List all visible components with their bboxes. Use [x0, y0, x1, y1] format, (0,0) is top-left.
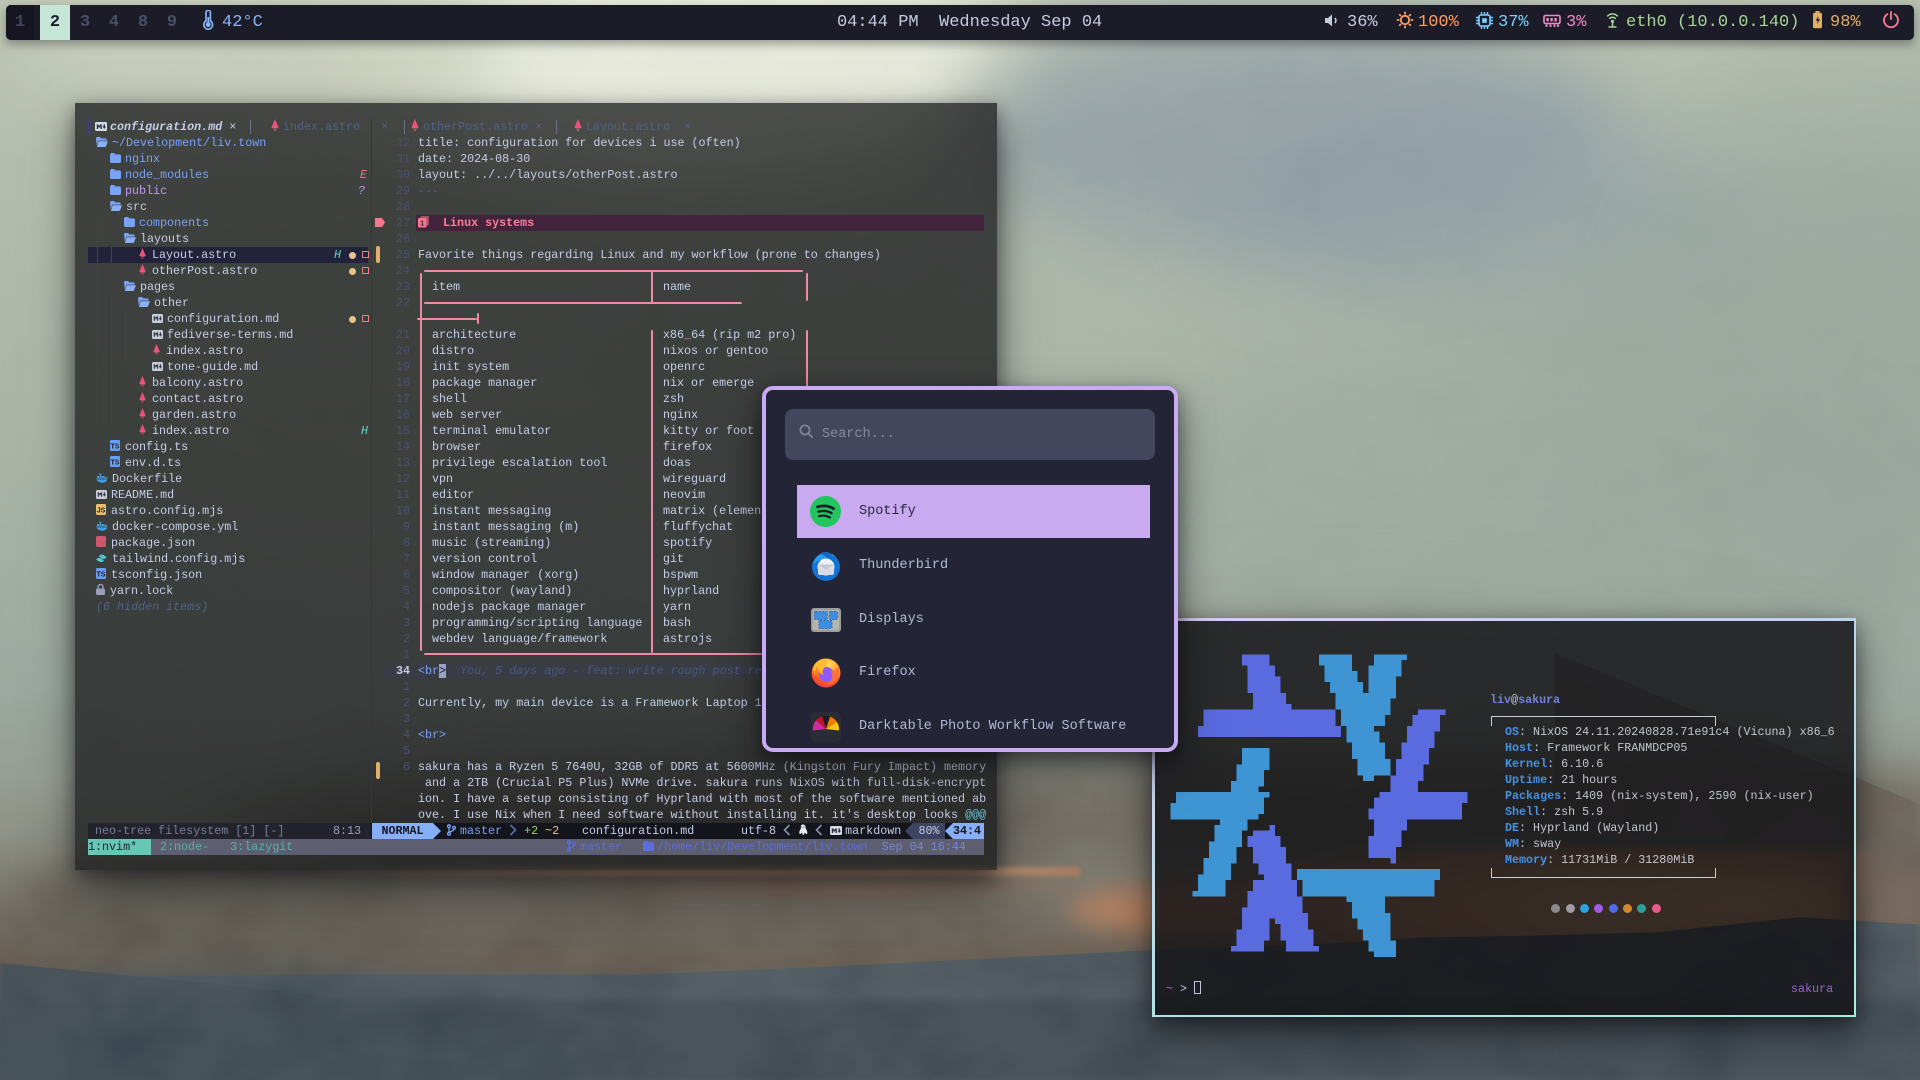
svg-text:JS: JS [97, 508, 106, 515]
svg-text:TS: TS [97, 572, 106, 579]
svg-text:1: 1 [420, 218, 424, 227]
svg-text:TS: TS [111, 444, 120, 451]
svg-text:TS: TS [111, 460, 120, 467]
